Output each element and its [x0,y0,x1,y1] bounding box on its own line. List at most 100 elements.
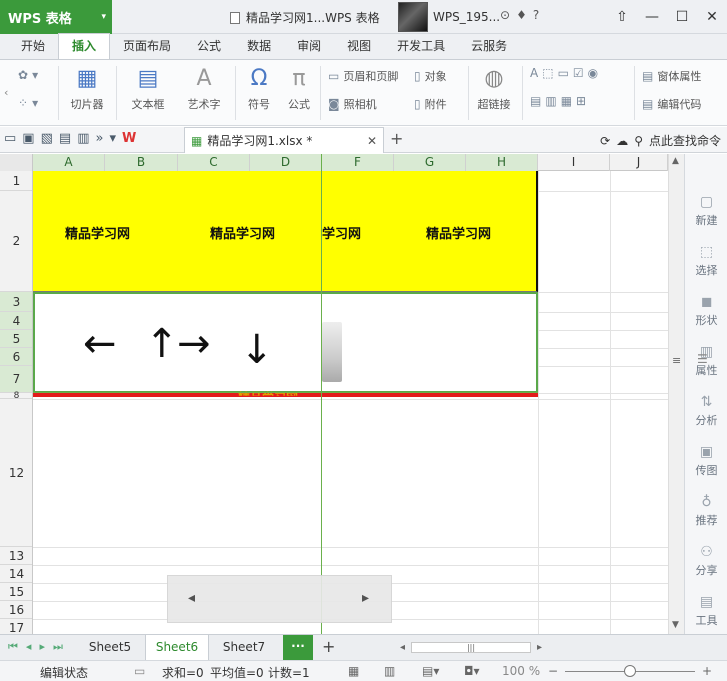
row-header-15[interactable]: 15 [0,583,32,601]
camera-button[interactable]: ◙ 照相机 [328,96,377,112]
close-button[interactable]: ✕ [697,0,727,34]
edit-code-button[interactable]: ▤ 编辑代码 [642,96,701,112]
page-break-view-icon[interactable]: ▥ [384,664,395,678]
row-header-4[interactable]: 4 [0,312,32,330]
more-sheets-button[interactable]: ··· [283,635,313,660]
document-tab[interactable]: ▦ 精品学习网1.xlsx * ✕ [184,127,384,153]
column-header-f[interactable]: F [322,154,394,171]
embedded-image[interactable] [322,322,342,382]
ribbon-scroll-left-icon[interactable]: ‹ [4,86,8,99]
first-sheet-icon[interactable]: ⏮ [8,640,18,654]
row-header-13[interactable]: 13 [0,547,32,565]
hscroll-right-icon[interactable]: ▸ [537,642,542,653]
column-header-a[interactable]: A [33,154,105,171]
slicer-button[interactable]: ▦ 切片器 [64,66,110,112]
sheet-tab-sheet6[interactable]: Sheet6 [145,635,209,660]
row-header-3[interactable]: 3 [0,292,32,312]
form-controls-2[interactable]: ▤ ▥ ▦ ⊞ [530,94,586,108]
column-header-h[interactable]: H [466,154,538,171]
form-controls[interactable]: A ⬚ ▭ ☑ ◉ [530,66,598,80]
save-icon[interactable]: ▣ [22,131,34,146]
pane-analysis[interactable]: ⇅ 分析 [685,394,727,428]
tab-formulas[interactable]: 公式 [184,34,234,59]
column-header-c[interactable]: C [178,154,250,171]
row-header-14[interactable]: 14 [0,565,32,583]
zoom-out-icon[interactable]: − [548,664,558,678]
sync-icon[interactable]: ⟳ [600,134,610,148]
prev-sheet-icon[interactable]: ◂ [26,640,32,654]
restore-up-icon[interactable]: ⇧ [607,0,637,34]
form-properties-button[interactable]: ▤ 窗体属性 [642,68,701,84]
pane-shape[interactable]: ◼ 形状 [685,294,727,328]
formula-button[interactable]: π 公式 [282,66,316,112]
macro-icon[interactable]: ▭ [134,664,145,678]
app-menu-button[interactable]: WPS 表格 ▾ [0,0,112,34]
scatter-icon[interactable]: ⁘ ▾ [18,96,38,110]
normal-view-icon[interactable]: ▦ [348,664,359,678]
user-account[interactable]: WPS_195... [398,2,500,32]
select-all-corner[interactable] [0,154,33,171]
help-icon[interactable]: ? [533,8,539,22]
row-header-6[interactable]: 6 [0,348,32,366]
shapes-icon[interactable]: ✿ ▾ [18,68,38,82]
avatar[interactable] [398,2,428,32]
column-header-j[interactable]: J [610,154,668,171]
skin-icon[interactable]: ⊙ [500,8,510,22]
scroll-up-icon[interactable]: ▲ [672,156,679,166]
new-tab-button[interactable]: + [390,129,403,148]
wps-logo-icon[interactable]: W [122,131,136,146]
tab-home[interactable]: 开始 [8,34,58,59]
column-header-g[interactable]: G [394,154,466,171]
cloud-icon[interactable]: ☁ [616,134,628,148]
more-icon[interactable]: » [95,131,103,146]
tab-insert[interactable]: 插入 [58,33,111,59]
zoom-in-icon[interactable]: + [702,664,712,678]
row-header-5[interactable]: 5 [0,330,32,348]
hscroll-left-icon[interactable]: ◂ [400,642,405,653]
scroll-left-icon[interactable]: ◂ [188,590,195,606]
row-header-2[interactable]: 2 [0,191,32,292]
tab-page-layout[interactable]: 页面布局 [110,34,184,59]
find-command[interactable]: ⟳ ☁ ⚲ 点此查找命令 [600,132,721,149]
row-header-16[interactable]: 16 [0,601,32,619]
print-preview-icon[interactable]: ▥ [77,131,89,146]
zoom-value[interactable]: 100 % [502,664,540,678]
header-footer-button[interactable]: ▭ 页眉和页脚 [328,68,398,84]
row-header-1[interactable]: 1 [0,171,32,191]
hscroll-thumb[interactable]: ||| [411,642,532,653]
minimize-button[interactable]: — [637,0,667,34]
vertical-scrollbar[interactable]: ▲ ≡ ▼ [668,154,684,634]
print-icon[interactable]: ▤ [59,131,71,146]
shirt-icon[interactable]: ♦ [516,8,527,22]
tab-review[interactable]: 审阅 [284,34,334,59]
row-header-12[interactable]: 12 [0,399,32,547]
layout-view-icon[interactable]: ▤▾ [422,664,439,678]
tab-view[interactable]: 视图 [334,34,384,59]
hyperlink-button[interactable]: ◍ 超链接 [474,66,514,112]
sheet-tab-sheet5[interactable]: Sheet5 [78,635,142,660]
tab-data[interactable]: 数据 [234,34,284,59]
sheet-tab-sheet7[interactable]: Sheet7 [212,635,276,660]
selected-range[interactable]: ← ↑ → ↓ [33,292,538,393]
zoom-slider-knob[interactable] [624,665,636,677]
pane-collapse-icon[interactable]: ☰ [697,352,708,366]
symbol-button[interactable]: Ω 符号 [240,66,278,112]
tab-developer[interactable]: 开发工具 [384,34,458,59]
column-header-d[interactable]: D [250,154,322,171]
pane-recommend[interactable]: ♁ 推荐 [685,494,727,528]
pane-select[interactable]: ⬚ 选择 [685,244,727,278]
scroll-thumb-icon[interactable]: ≡ [672,354,681,367]
object-button[interactable]: ▯ 对象 [414,68,447,84]
row-header-17[interactable]: 17 [0,619,32,634]
pane-new[interactable]: ▢ 新建 [685,194,727,228]
attachment-button[interactable]: ▯ 附件 [414,96,447,112]
floating-scroll-control[interactable]: ◂ ▸ [167,575,392,623]
highlighted-merged-cells[interactable]: 精品学习网 精品学习网 学习网 精品学习网 [33,171,538,292]
open-icon[interactable]: ▭ [4,131,16,146]
pane-upload-image[interactable]: ▣ 传图 [685,444,727,478]
wordart-button[interactable]: A 艺术字 [178,66,230,112]
last-sheet-icon[interactable]: ⏭ [53,640,63,654]
pane-tools[interactable]: ▤ 工具 [685,594,727,628]
cell-grid[interactable]: 精品学习网 精品学习网 学习网 精品学习网 ← ↑ → ↓ 精品学习网 [33,171,668,634]
maximize-button[interactable]: ☐ [667,0,697,34]
